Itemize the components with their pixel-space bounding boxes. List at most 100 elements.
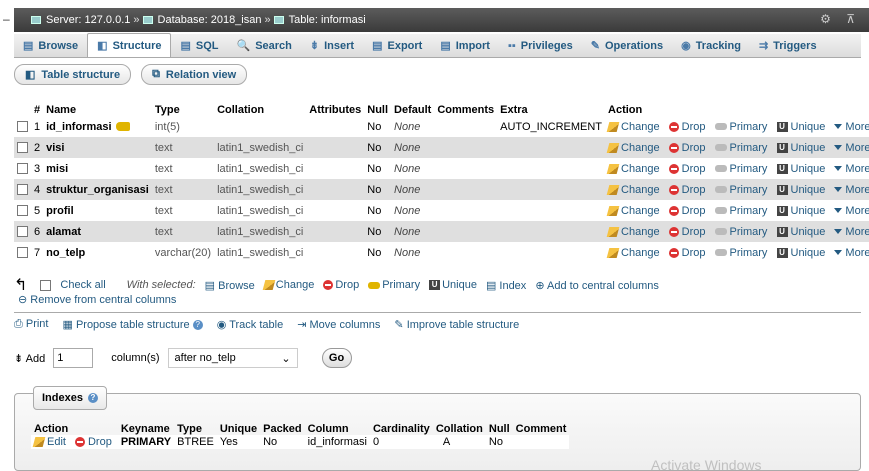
help-icon[interactable]: ?	[87, 393, 98, 403]
more-button[interactable]: More	[834, 142, 869, 154]
table-row[interactable]: 4 struktur_organisasi text latin1_swedis…	[14, 179, 869, 200]
unique-button[interactable]: U Unique	[776, 121, 829, 133]
column-header-comments[interactable]: Comments	[434, 100, 497, 116]
tab-export[interactable]: ▤ Export	[363, 34, 431, 57]
primary-button[interactable]: Primary	[714, 247, 771, 259]
column-header-default[interactable]: Default	[391, 100, 434, 116]
row-checkbox[interactable]	[17, 247, 28, 259]
column-header-name[interactable]: Name	[43, 100, 152, 116]
change-button[interactable]: Change	[606, 205, 663, 217]
more-button[interactable]: More	[834, 163, 869, 175]
primary-button[interactable]: Primary	[714, 121, 771, 133]
column-name[interactable]: profil	[43, 200, 152, 221]
bulk-drop-button[interactable]: Drop	[323, 279, 359, 291]
breadcrumb-database[interactable]: Database: 2018_isan	[158, 14, 262, 26]
column-name[interactable]: visi	[43, 137, 152, 158]
row-checkbox[interactable]	[17, 121, 28, 133]
more-button[interactable]: More	[834, 247, 869, 259]
change-button[interactable]: Change	[606, 142, 663, 154]
row-checkbox[interactable]	[17, 226, 28, 238]
index-edit-button[interactable]: Edit	[31, 435, 72, 449]
collapse-dash[interactable]: –	[3, 12, 10, 26]
row-checkbox[interactable]	[17, 142, 28, 154]
add-central-columns-button[interactable]: ⊕ Add to central columns	[535, 279, 659, 292]
relation-view-button[interactable]: ⧉ Relation view	[141, 64, 248, 85]
change-button[interactable]: Change	[606, 163, 663, 175]
primary-button[interactable]: Primary	[714, 226, 771, 238]
table-structure-button[interactable]: ◧ Table structure	[14, 64, 132, 85]
unique-button[interactable]: U Unique	[776, 184, 829, 196]
tab-structure[interactable]: ◧ Structure	[87, 33, 172, 57]
column-header-collation[interactable]: Collation	[214, 100, 306, 116]
improve-structure-button[interactable]: ✎ Improve table structure	[394, 318, 519, 331]
column-count-input[interactable]	[53, 348, 94, 368]
drop-button[interactable]: Drop	[668, 121, 709, 133]
print-button[interactable]: ⎙ Print	[14, 318, 48, 331]
column-name[interactable]: id_informasi	[43, 116, 152, 137]
unique-button[interactable]: U Unique	[776, 226, 829, 238]
settings-icon[interactable]: ⚙ ⊼	[820, 12, 861, 26]
track-table-button[interactable]: ◉ Track table	[217, 318, 283, 331]
table-row[interactable]: 3 misi text latin1_swedish_ci No None Ch…	[14, 158, 869, 179]
drop-button[interactable]: Drop	[668, 205, 709, 217]
propose-structure-button[interactable]: ▦ Propose table structure ?	[62, 318, 203, 331]
remove-central-columns-button[interactable]: ⊖ Remove from central columns	[18, 293, 176, 306]
drop-button[interactable]: Drop	[668, 247, 709, 259]
column-header-extra[interactable]: Extra	[497, 100, 605, 116]
column-header-null[interactable]: Null	[364, 100, 391, 116]
more-button[interactable]: More	[834, 121, 869, 133]
move-columns-button[interactable]: ⇥ Move columns	[297, 318, 380, 331]
tab-browse[interactable]: ▤ Browse	[14, 34, 87, 57]
column-name[interactable]: struktur_organisasi	[43, 179, 152, 200]
row-checkbox[interactable]	[17, 163, 28, 175]
indexes-legend[interactable]: Indexes?	[33, 386, 107, 410]
primary-button[interactable]: Primary	[714, 163, 771, 175]
drop-button[interactable]: Drop	[668, 163, 709, 175]
primary-button[interactable]: Primary	[714, 205, 771, 217]
bulk-primary-button[interactable]: Primary	[368, 279, 420, 291]
breadcrumb-server[interactable]: Server: 127.0.0.1	[46, 14, 130, 26]
more-button[interactable]: More	[834, 226, 869, 238]
column-name[interactable]: no_telp	[43, 242, 152, 263]
tab-tracking[interactable]: ◉ Tracking	[672, 34, 750, 57]
row-checkbox[interactable]	[17, 184, 28, 196]
index-drop-button[interactable]: Drop	[71, 435, 118, 449]
unique-button[interactable]: U Unique	[776, 142, 829, 154]
breadcrumb-table[interactable]: Table: informasi	[289, 14, 366, 26]
tab-operations[interactable]: ✎ Operations	[582, 34, 672, 57]
table-row[interactable]: 5 profil text latin1_swedish_ci No None …	[14, 200, 869, 221]
column-header-type[interactable]: Type	[152, 100, 214, 116]
check-all-label[interactable]: Check all	[60, 279, 105, 291]
column-position-select[interactable]: after no_telp ⌄	[167, 348, 298, 368]
bulk-index-button[interactable]: ▤ Index	[486, 279, 526, 292]
column-name[interactable]: alamat	[43, 221, 152, 242]
change-button[interactable]: Change	[606, 184, 663, 196]
go-button[interactable]: Go	[321, 348, 352, 368]
table-row[interactable]: 6 alamat text latin1_swedish_ci No None …	[14, 221, 869, 242]
unique-button[interactable]: U Unique	[776, 247, 829, 259]
tab-import[interactable]: ▤ Import	[431, 34, 499, 57]
change-button[interactable]: Change	[606, 226, 663, 238]
tab-sql[interactable]: ▤ SQL	[171, 34, 227, 57]
tab-privileges[interactable]: ▪▪ Privileges	[499, 34, 582, 57]
row-checkbox[interactable]	[17, 205, 28, 217]
bulk-browse-button[interactable]: ▤ Browse	[205, 279, 255, 292]
change-button[interactable]: Change	[606, 121, 663, 133]
more-button[interactable]: More	[834, 205, 869, 217]
table-row[interactable]: 2 visi text latin1_swedish_ci No None Ch…	[14, 137, 869, 158]
more-button[interactable]: More	[834, 184, 869, 196]
primary-button[interactable]: Primary	[714, 142, 771, 154]
change-button[interactable]: Change	[606, 247, 663, 259]
column-name[interactable]: misi	[43, 158, 152, 179]
drop-button[interactable]: Drop	[668, 184, 709, 196]
table-row[interactable]: 1 id_informasi int(5) No None AUTO_INCRE…	[14, 116, 869, 137]
bulk-change-button[interactable]: Change	[262, 279, 314, 291]
bulk-unique-button[interactable]: U Unique	[429, 279, 477, 291]
drop-button[interactable]: Drop	[668, 142, 709, 154]
tab-insert[interactable]: ⇟ Insert	[301, 34, 363, 57]
check-all-checkbox[interactable]	[40, 279, 52, 291]
unique-button[interactable]: U Unique	[776, 205, 829, 217]
table-row[interactable]: 7 no_telp varchar(20) latin1_swedish_ci …	[14, 242, 869, 263]
drop-button[interactable]: Drop	[668, 226, 709, 238]
help-icon[interactable]: ?	[192, 320, 203, 331]
